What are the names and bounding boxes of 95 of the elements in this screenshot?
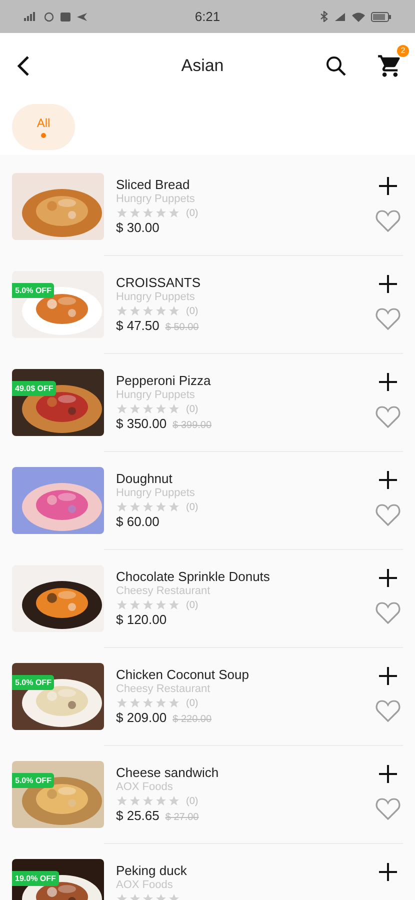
star-icon (129, 305, 141, 317)
add-button[interactable] (379, 471, 397, 489)
star-icon (155, 599, 167, 611)
star-icon (129, 207, 141, 219)
search-button[interactable] (325, 54, 347, 76)
add-button[interactable] (379, 863, 397, 881)
discount-badge: 5.0% OFF (12, 675, 54, 690)
star-icon (129, 403, 141, 415)
star-icon (142, 697, 154, 709)
star-icon (168, 599, 180, 611)
product-name: Pepperoni Pizza (116, 373, 212, 388)
star-icon (155, 795, 167, 807)
star-icon (155, 403, 167, 415)
star-icon (129, 501, 141, 513)
favorite-button[interactable] (375, 699, 401, 723)
price: $ 30.00 (116, 220, 160, 235)
star-icon (129, 795, 141, 807)
favorite-button[interactable] (375, 601, 401, 625)
message-icon (60, 12, 71, 22)
star-icon (168, 697, 180, 709)
star-icon (142, 599, 154, 611)
old-price: $ 50.00 (165, 322, 199, 333)
product-name: Cheese sandwich (116, 765, 220, 780)
product-name: Chicken Coconut Soup (116, 667, 250, 682)
star-icon (168, 403, 180, 415)
star-icon (155, 501, 167, 513)
rating-count: (0) (186, 208, 198, 218)
star-icon (142, 403, 154, 415)
signal-icon (24, 12, 38, 21)
star-icon (168, 795, 180, 807)
discount-badge: 19.0% OFF (12, 871, 59, 886)
cart-button[interactable]: 2 (377, 44, 409, 78)
send-icon (77, 12, 87, 20)
star-icon (116, 697, 128, 709)
discount-badge: 49.0$ OFF (12, 381, 56, 396)
rating-count: (0) (186, 600, 198, 610)
back-button[interactable] (16, 54, 30, 76)
add-button[interactable] (379, 765, 397, 783)
favorite-button[interactable] (375, 307, 401, 331)
star-icon (168, 207, 180, 219)
star-icon (116, 599, 128, 611)
page-title: Asian (180, 56, 225, 76)
star-icon (116, 501, 128, 513)
rating-count: (0) (186, 404, 198, 414)
price: $ 350.00 (116, 416, 167, 431)
price: $ 60.00 (116, 514, 160, 529)
star-icon (155, 305, 167, 317)
add-button[interactable] (379, 569, 397, 587)
old-price: $ 399.00 (172, 420, 212, 431)
old-price: $ 27.00 (165, 812, 199, 823)
wifi-icon (352, 12, 365, 22)
price: $ 47.50 (116, 318, 160, 333)
star-icon (168, 305, 180, 317)
product-name: CROISSANTS (116, 275, 202, 290)
favorite-button[interactable] (375, 405, 401, 429)
add-button[interactable] (379, 373, 397, 391)
star-icon (129, 697, 141, 709)
star-icon (116, 207, 128, 219)
star-icon (155, 207, 167, 219)
price: $ 209.00 (116, 710, 167, 725)
add-button[interactable] (379, 275, 397, 293)
favorite-button[interactable] (375, 797, 401, 821)
add-button[interactable] (379, 667, 397, 685)
rating-count: (0) (186, 796, 198, 806)
star-icon (116, 403, 128, 415)
cart-count-badge: 2 (397, 44, 409, 56)
star-icon (116, 305, 128, 317)
phone-signal-icon (334, 12, 346, 22)
filter-chip[interactable]: All (12, 104, 75, 150)
star-icon (142, 501, 154, 513)
star-icon (129, 599, 141, 611)
product-name: Peking duck (116, 863, 188, 878)
bluetooth-icon (320, 11, 328, 22)
product-name: Doughnut (116, 471, 174, 486)
rating-count: (0) (186, 502, 198, 512)
status-time: 6:21 (194, 9, 220, 24)
add-button[interactable] (379, 177, 397, 195)
product-name: Chocolate Sprinkle Donuts (116, 569, 271, 584)
star-icon (155, 697, 167, 709)
discount-badge: 5.0% OFF (12, 773, 54, 788)
old-price: $ 220.00 (172, 714, 212, 725)
rating-count: (0) (186, 698, 198, 708)
favorite-button[interactable] (375, 503, 401, 527)
product-name: Sliced Bread (116, 177, 191, 192)
star-icon (142, 305, 154, 317)
favorite-button[interactable] (375, 209, 401, 233)
star-icon (116, 795, 128, 807)
star-icon (142, 207, 154, 219)
star-icon (168, 501, 180, 513)
price: $ 120.00 (116, 612, 167, 627)
price: $ 25.65 (116, 808, 160, 823)
discount-badge: 5.0% OFF (12, 283, 54, 298)
star-icon (142, 795, 154, 807)
battery-icon (371, 12, 391, 22)
rating-count: (0) (186, 306, 198, 316)
